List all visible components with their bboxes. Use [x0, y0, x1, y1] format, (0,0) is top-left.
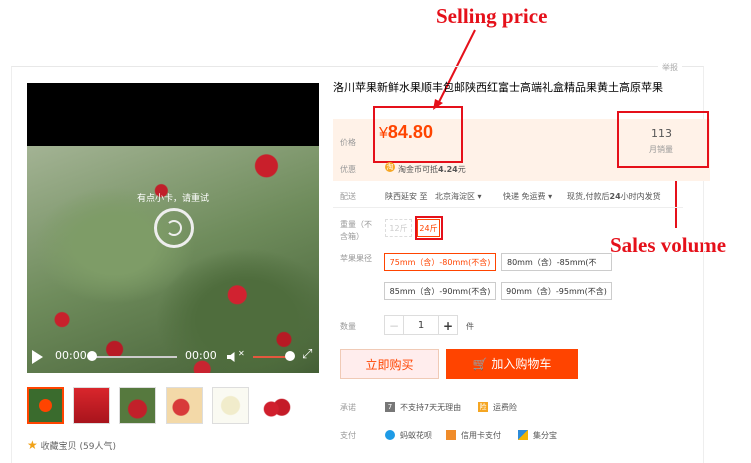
payment-label: 支付	[340, 431, 356, 440]
delivery-from: 陕西延安 至	[385, 192, 428, 201]
taojinbi-coin-icon: 淘	[385, 162, 395, 172]
delivery-note-prefix: 现货,付款后	[567, 192, 610, 201]
shipping-insurance-icon: 险	[478, 402, 488, 412]
promo-text: 淘金币可抵4.24元	[398, 164, 466, 175]
volume-handle[interactable]	[285, 351, 295, 361]
quantity-increase-button[interactable]: +	[438, 315, 458, 335]
delivery-note-suffix: 小时内发货	[620, 192, 661, 201]
video-retry-message: 有点小卡，请重试	[137, 194, 210, 204]
weight-option-12[interactable]: 12斤	[385, 219, 412, 237]
diameter-option-85-90[interactable]: 85mm（含）-90mm(不含)	[384, 282, 496, 300]
delivery-note: 现货,付款后24小时内发货	[567, 191, 661, 202]
favorite-count: (59人气)	[79, 442, 117, 452]
payment-huabei[interactable]: 蚂蚁花呗	[400, 430, 432, 441]
divider	[333, 207, 683, 208]
huabei-icon	[385, 430, 395, 440]
diameter-option-90-95[interactable]: 90mm（含）-95mm(不含)	[501, 282, 612, 300]
volume-bar[interactable]	[253, 356, 289, 358]
add-to-cart-label: 加入购物车	[491, 357, 552, 371]
diameter-option-75-80[interactable]: 75mm（含）-80mm(不含)	[384, 253, 496, 271]
no-7-day-return-text[interactable]: 不支持7天无理由	[400, 402, 461, 413]
seek-handle[interactable]	[87, 351, 97, 361]
favorite-label: 收藏宝贝	[40, 442, 77, 452]
shipping-method-text: 快递 免运费	[503, 192, 546, 201]
shipping-insurance-text[interactable]: 运费险	[493, 402, 517, 413]
delivery-label: 配送	[340, 192, 356, 201]
play-icon[interactable]	[32, 350, 43, 364]
current-time: 00:00	[55, 349, 87, 362]
seek-bar[interactable]	[91, 356, 177, 358]
thumbnail-apple-slice[interactable]	[212, 387, 249, 424]
no-7-day-return-icon: 7	[385, 402, 395, 412]
delivery-to: 北京海淀区	[435, 192, 475, 201]
promo-suffix: 元	[457, 165, 466, 174]
chevron-down-icon: ▾	[548, 192, 553, 201]
thumbnail-gift-box[interactable]	[73, 387, 110, 424]
diameter-label: 苹果果径	[340, 254, 372, 263]
promo-label: 优惠	[340, 165, 356, 174]
price-highlight-box	[373, 106, 463, 163]
weight-label-line1: 重量（不	[340, 220, 372, 229]
jifenbao-icon	[518, 430, 528, 440]
thumbnail-apples[interactable]	[258, 387, 295, 424]
replay-icon[interactable]	[154, 208, 194, 248]
credit-card-icon	[446, 430, 456, 440]
favorite-item[interactable]: ★ 收藏宝贝 (59人气)	[27, 438, 116, 452]
weight-label: 重量（不 含箱）	[340, 219, 372, 243]
weight-label-line2: 含箱）	[340, 232, 364, 241]
quantity-unit: 件	[466, 322, 474, 331]
payment-credit-card[interactable]: 信用卡支付	[461, 430, 501, 441]
weight-highlight-box	[415, 216, 443, 240]
thumbnail-apple-box[interactable]	[166, 387, 203, 424]
buy-now-button[interactable]: 立即购买	[340, 349, 439, 379]
price-label: 价格	[340, 138, 356, 147]
payment-jifenbao[interactable]: 集分宝	[533, 430, 557, 441]
product-video[interactable]: 有点小卡，请重试 00:00 00:00 ✕ ⤢	[27, 83, 319, 373]
product-title: 洛川苹果新鲜水果顺丰包邮陕西红富士高端礼盒精品果黄土高原苹果	[333, 81, 663, 94]
apple-orchard-image	[27, 146, 319, 373]
video-controls: 00:00 00:00 ✕ ⤢	[27, 341, 319, 373]
delivery-note-hours: 24	[609, 192, 621, 201]
volume-icon[interactable]	[227, 352, 235, 362]
quantity-input[interactable]: 1	[404, 315, 438, 335]
promise-label: 承诺	[340, 403, 356, 412]
play-circle-icon	[39, 399, 52, 412]
thumbnail-apple-tree[interactable]	[119, 387, 156, 424]
duration: 00:00	[185, 349, 217, 362]
diameter-option-80-85[interactable]: 80mm（含）-85mm(不	[501, 253, 612, 271]
fullscreen-icon[interactable]: ⤢	[302, 347, 312, 362]
mute-x-icon: ✕	[238, 349, 245, 358]
star-icon: ★	[27, 438, 38, 452]
delivery-to-selector[interactable]: 北京海淀区 ▾	[435, 191, 482, 202]
promo-amount: 4.24	[438, 165, 458, 174]
report-link[interactable]: 举报	[658, 62, 682, 73]
add-to-cart-button[interactable]: 🛒 加入购物车	[446, 349, 578, 379]
thumbnail-video[interactable]	[27, 387, 64, 424]
sales-highlight-box	[617, 111, 709, 168]
cart-icon: 🛒	[472, 357, 488, 371]
quantity-decrease-button[interactable]: −	[384, 315, 404, 335]
quantity-label: 数量	[340, 322, 356, 331]
chevron-down-icon: ▾	[477, 192, 482, 201]
promo-prefix: 淘金币可抵	[398, 165, 438, 174]
shipping-method[interactable]: 快递 免运费 ▾	[503, 191, 552, 202]
